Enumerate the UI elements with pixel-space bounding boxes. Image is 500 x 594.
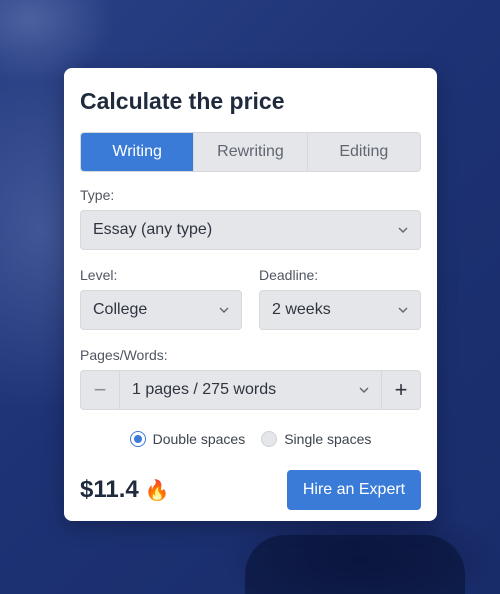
- radio-single-spaces[interactable]: Single spaces: [261, 430, 371, 448]
- decrement-button[interactable]: −: [81, 371, 120, 409]
- price-calculator-card: Calculate the price Writing Rewriting Ed…: [64, 68, 437, 521]
- plus-icon: +: [394, 377, 408, 402]
- type-select[interactable]: Essay (any type): [80, 210, 421, 250]
- level-select[interactable]: College: [80, 290, 242, 330]
- single-spaces-label: Single spaces: [284, 431, 372, 447]
- tab-rewriting[interactable]: Rewriting: [193, 133, 307, 171]
- pages-label: Pages/Words:: [80, 347, 168, 363]
- chevron-down-icon: [398, 227, 408, 233]
- deadline-select[interactable]: 2 weeks: [259, 290, 421, 330]
- radio-selected-icon: [129, 431, 146, 447]
- minus-icon: −: [93, 377, 107, 402]
- deadline-label: Deadline:: [259, 267, 319, 283]
- fire-icon: 🔥: [144, 479, 170, 502]
- double-spaces-label: Double spaces: [152, 431, 246, 447]
- radio-double-spaces[interactable]: Double spaces: [129, 430, 246, 448]
- price-value: $11.4: [80, 476, 139, 503]
- service-tabs: Writing Rewriting Editing: [80, 132, 421, 172]
- pages-value: 1 pages / 275 words: [132, 381, 277, 398]
- chevron-down-icon: [359, 387, 369, 393]
- chevron-down-icon: [219, 307, 229, 313]
- coffee-cup-silhouette: [245, 535, 465, 594]
- deadline-value: 2 weeks: [272, 301, 331, 318]
- spacing-options: Double spaces Single spaces: [80, 430, 421, 448]
- pages-stepper: − 1 pages / 275 words +: [80, 370, 421, 410]
- tab-editing[interactable]: Editing: [306, 133, 420, 171]
- level-value: College: [93, 301, 148, 318]
- increment-button[interactable]: +: [381, 371, 420, 409]
- tab-writing[interactable]: Writing: [81, 133, 194, 171]
- radio-unselected-icon: [261, 431, 278, 447]
- price-display: $11.4 🔥: [80, 476, 170, 504]
- type-label: Type:: [80, 187, 115, 203]
- type-value: Essay (any type): [93, 221, 213, 238]
- level-label: Level:: [80, 267, 118, 283]
- chevron-down-icon: [398, 307, 408, 313]
- hire-expert-button[interactable]: Hire an Expert: [287, 470, 421, 510]
- calculator-title: Calculate the price: [80, 88, 285, 114]
- pages-select[interactable]: 1 pages / 275 words: [120, 371, 381, 409]
